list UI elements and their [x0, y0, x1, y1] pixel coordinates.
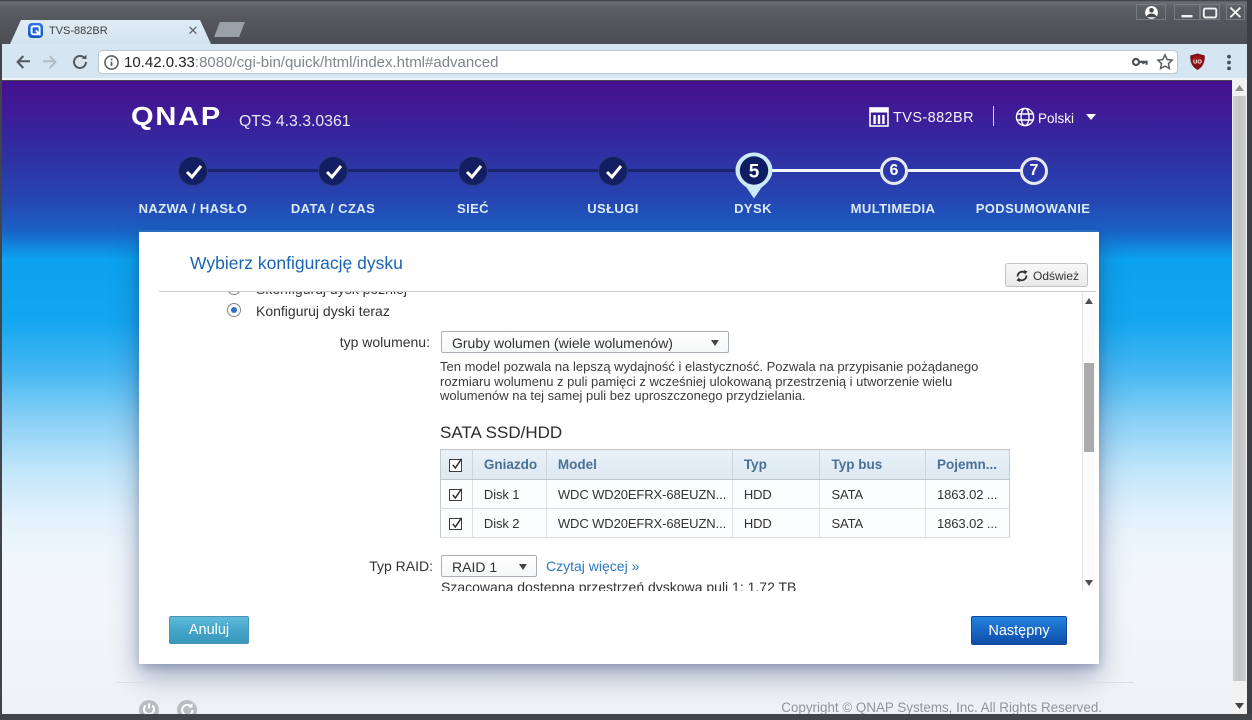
svg-text:5: 5: [749, 162, 760, 183]
svg-text:UO: UO: [1193, 59, 1202, 65]
